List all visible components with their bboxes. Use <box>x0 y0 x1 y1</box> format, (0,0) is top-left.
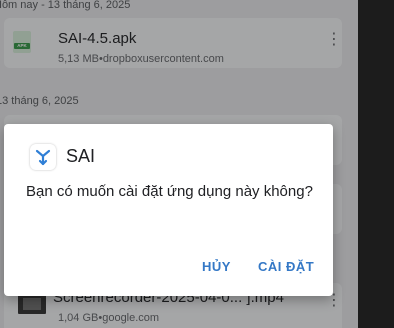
dialog-title: SAI <box>66 146 96 166</box>
cancel-button[interactable]: HỦY <box>202 259 231 274</box>
dialog-message: Bạn có muốn cài đặt ứng dụng này không? <box>26 183 313 200</box>
sai-app-icon <box>30 144 56 170</box>
install-dialog: SAI Bạn có muốn cài đặt ứng dụng này khô… <box>4 124 333 296</box>
install-button[interactable]: CÀI ĐẶT <box>258 259 314 274</box>
